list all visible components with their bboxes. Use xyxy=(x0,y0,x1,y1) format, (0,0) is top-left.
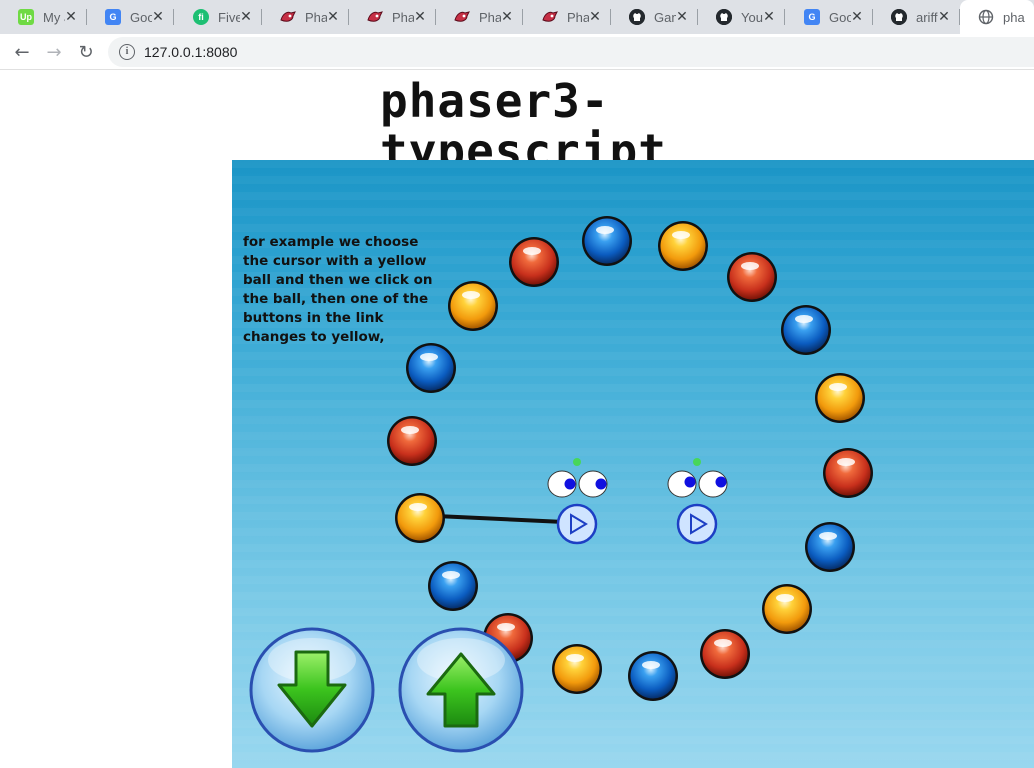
creature-antenna xyxy=(693,458,701,466)
close-tab-icon[interactable]: ✕ xyxy=(412,9,428,25)
play-button-right[interactable] xyxy=(676,503,718,545)
instruction-text: for example we choose the cursor with a … xyxy=(243,234,433,345)
browser-tab[interactable]: phas xyxy=(960,0,1034,34)
google-translate-icon: G xyxy=(105,9,121,25)
upwork-icon: Up xyxy=(18,9,34,25)
close-tab-icon[interactable]: ✕ xyxy=(936,9,952,25)
tab-separator xyxy=(522,9,523,25)
tab-strip: UpMy J✕GGoo✕fiFiver✕Phas✕Phas✕Phas✕Phas✕… xyxy=(0,0,1034,34)
play-button-left[interactable] xyxy=(556,503,598,545)
game-canvas[interactable]: for example we choose the cursor with a … xyxy=(232,160,1034,768)
phaser-icon xyxy=(280,9,296,25)
close-tab-icon[interactable]: ✕ xyxy=(150,9,166,25)
tab-title: Gam xyxy=(654,9,676,25)
forward-arrow-icon[interactable]: → xyxy=(40,38,68,66)
browser-tab[interactable]: Up My J✕ xyxy=(0,0,87,34)
tab-separator xyxy=(173,9,174,25)
creature-pupil xyxy=(715,476,727,488)
reload-icon[interactable]: ↻ xyxy=(72,38,100,66)
page-title: phaser3-typescript xyxy=(380,74,667,178)
browser-tab[interactable]: G Goo ✕ xyxy=(786,0,873,34)
red-ball[interactable] xyxy=(509,237,559,287)
tab-title: Goo xyxy=(130,9,152,25)
tab-title: Phas xyxy=(567,9,589,25)
tab-title: Phas xyxy=(392,9,414,25)
close-tab-icon[interactable]: ✕ xyxy=(587,9,603,25)
globe-icon xyxy=(978,9,994,25)
tab-title: Goo xyxy=(829,9,851,25)
browser-toolbar: ← → ↻ i 127.0.0.1:8080 xyxy=(0,34,1034,70)
phaser-icon xyxy=(367,9,383,25)
creature-pupil xyxy=(564,478,576,490)
yellow-ball[interactable] xyxy=(552,644,602,694)
tab-title: Your xyxy=(741,9,763,25)
tab-title: ariff xyxy=(916,9,938,25)
google-translate-icon: G xyxy=(804,9,820,25)
creature-antenna xyxy=(573,458,581,466)
close-tab-icon[interactable]: ✕ xyxy=(849,9,865,25)
red-ball[interactable] xyxy=(387,416,437,466)
browser-tab[interactable]: ariff ✕ xyxy=(873,0,960,34)
browser-tab[interactable]: Phas✕ xyxy=(436,0,523,34)
github-icon xyxy=(716,9,732,25)
red-ball[interactable] xyxy=(727,252,777,302)
yellow-ball[interactable] xyxy=(658,221,708,271)
close-tab-icon[interactable]: ✕ xyxy=(63,9,79,25)
address-bar[interactable]: i 127.0.0.1:8080 xyxy=(108,37,1034,67)
browser-tab[interactable]: Phas✕ xyxy=(349,0,436,34)
blue-ball[interactable] xyxy=(406,343,456,393)
tab-title: phas xyxy=(1003,9,1025,25)
yellow-ball[interactable] xyxy=(762,584,812,634)
back-arrow-icon[interactable]: ← xyxy=(8,38,36,66)
up-arrow-button[interactable] xyxy=(398,627,524,753)
blue-ball[interactable] xyxy=(805,522,855,572)
close-tab-icon[interactable]: ✕ xyxy=(761,9,777,25)
close-tab-icon[interactable]: ✕ xyxy=(674,9,690,25)
tab-title: My J xyxy=(43,9,65,25)
blue-ball[interactable] xyxy=(628,651,678,701)
tab-title: Phas xyxy=(305,9,327,25)
github-icon xyxy=(629,9,645,25)
browser-tab[interactable]: G Goo ✕ xyxy=(87,0,174,34)
close-tab-icon[interactable]: ✕ xyxy=(499,9,515,25)
tab-separator xyxy=(784,9,785,25)
down-arrow-button[interactable] xyxy=(249,627,375,753)
url-text[interactable]: 127.0.0.1:8080 xyxy=(144,44,237,60)
red-ball[interactable] xyxy=(700,629,750,679)
browser-tab[interactable]: Phas✕ xyxy=(262,0,349,34)
browser-tab[interactable]: Gam✕ xyxy=(611,0,698,34)
phaser-icon xyxy=(454,9,470,25)
yellow-ball[interactable] xyxy=(395,493,445,543)
browser-tab[interactable]: fi Fiver✕ xyxy=(175,0,262,34)
yellow-ball[interactable] xyxy=(815,373,865,423)
blue-ball[interactable] xyxy=(781,305,831,355)
blue-ball[interactable] xyxy=(428,561,478,611)
red-ball[interactable] xyxy=(823,448,873,498)
browser-tab[interactable]: Your✕ xyxy=(698,0,785,34)
creature-pupil xyxy=(595,478,607,490)
creature-pupil xyxy=(684,476,696,488)
github-icon xyxy=(891,9,907,25)
tab-title: Phas xyxy=(479,9,501,25)
phaser-icon xyxy=(542,9,558,25)
site-info-icon[interactable]: i xyxy=(119,44,135,60)
fiverr-icon: fi xyxy=(193,9,209,25)
tab-title: Fiver xyxy=(218,9,240,25)
blue-ball[interactable] xyxy=(582,216,632,266)
close-tab-icon[interactable]: ✕ xyxy=(238,9,254,25)
browser-tab[interactable]: Phas✕ xyxy=(524,0,611,34)
close-tab-icon[interactable]: ✕ xyxy=(325,9,341,25)
yellow-ball[interactable] xyxy=(448,281,498,331)
